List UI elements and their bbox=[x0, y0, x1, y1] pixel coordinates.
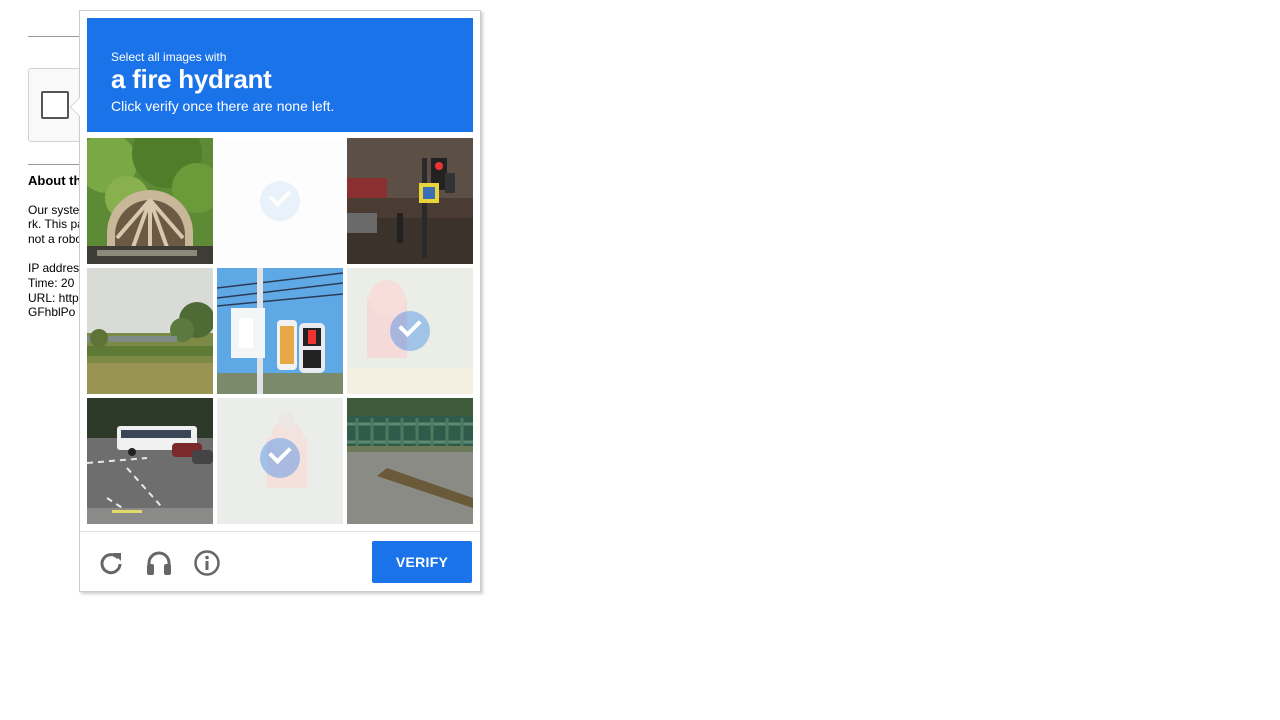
image-tile-selected[interactable] bbox=[217, 138, 343, 264]
info-line-time: Time: 20 bbox=[28, 276, 75, 290]
tile-image-field bbox=[87, 268, 213, 394]
image-tile-selected[interactable] bbox=[217, 398, 343, 524]
challenge-header: Select all images with a fire hydrant Cl… bbox=[87, 18, 473, 132]
info-line-ip: IP address: bbox=[28, 261, 80, 275]
info-line-url-cont: GFhblPo bbox=[28, 305, 76, 319]
tile-image-traffic-signal bbox=[347, 138, 473, 264]
verify-instruction: Click verify once there are none left. bbox=[111, 98, 335, 114]
about-paragraph-line: rk. This page checks to see if it's real… bbox=[28, 217, 80, 231]
image-tile[interactable] bbox=[87, 138, 213, 264]
image-tile-selected[interactable] bbox=[347, 268, 473, 394]
image-tile[interactable] bbox=[87, 268, 213, 394]
verify-button[interactable]: VERIFY bbox=[372, 541, 472, 583]
image-tile[interactable] bbox=[87, 398, 213, 524]
image-tile[interactable] bbox=[217, 268, 343, 394]
tile-image-arch bbox=[87, 138, 213, 264]
divider bbox=[80, 531, 480, 532]
instruction-line: Select all images with bbox=[111, 50, 227, 64]
tile-image-sidewalk bbox=[347, 398, 473, 524]
reload-icon[interactable] bbox=[97, 549, 125, 577]
checkmark-icon bbox=[260, 438, 300, 478]
image-tile[interactable] bbox=[347, 138, 473, 264]
target-object: a fire hydrant bbox=[111, 64, 272, 94]
tile-image-intersection bbox=[87, 398, 213, 524]
checkmark-icon bbox=[260, 181, 300, 221]
recaptcha-challenge: Select all images with a fire hydrant Cl… bbox=[70, 10, 481, 592]
recaptcha-checkbox[interactable] bbox=[41, 91, 69, 119]
tile-image-pedestrian-signal bbox=[217, 268, 343, 394]
checkmark-icon bbox=[390, 311, 430, 351]
about-paragraph-line: Our systems have detected unusual traffi… bbox=[28, 203, 80, 217]
headphones-icon[interactable] bbox=[145, 549, 173, 577]
image-grid bbox=[87, 138, 473, 524]
about-paragraph-line: not a robot. bbox=[28, 232, 80, 246]
image-tile[interactable] bbox=[347, 398, 473, 524]
info-line-url: URL: http bbox=[28, 291, 79, 305]
info-icon[interactable] bbox=[193, 549, 221, 577]
about-heading: About this page bbox=[28, 173, 80, 188]
